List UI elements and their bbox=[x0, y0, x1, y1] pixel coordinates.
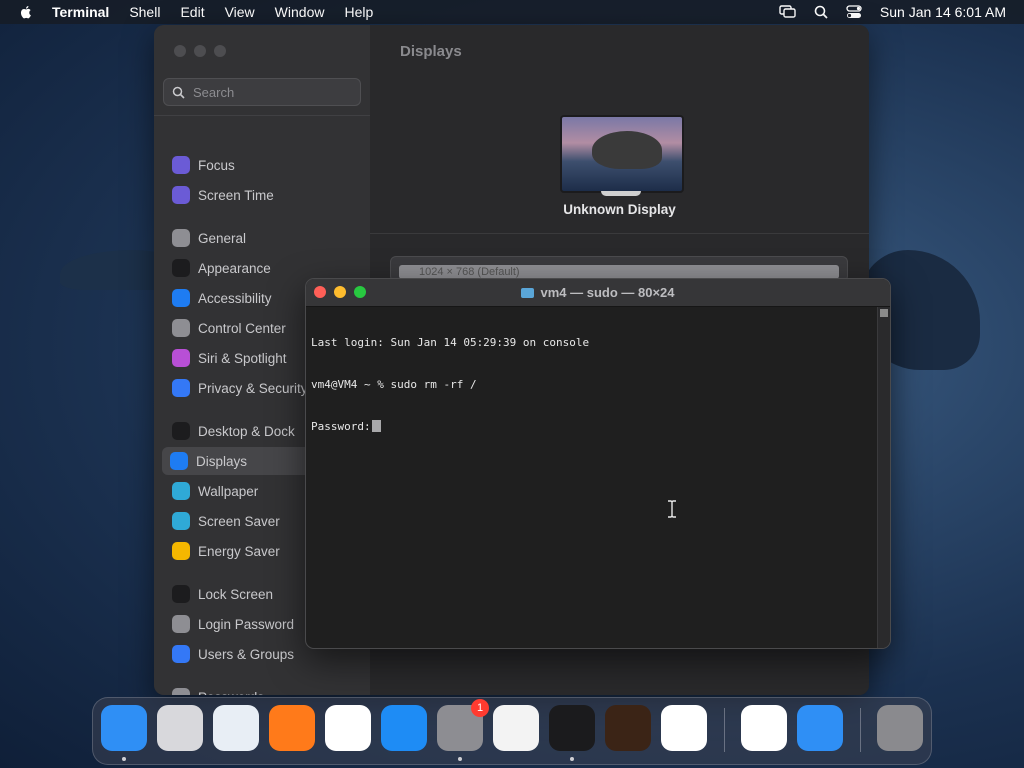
chrome-icon[interactable] bbox=[325, 705, 371, 751]
running-indicator bbox=[122, 757, 126, 761]
screen-mirroring-icon[interactable] bbox=[779, 5, 796, 19]
sidebar-item-label: Passwords bbox=[198, 690, 264, 696]
sidebar-item-label: Control Center bbox=[198, 320, 286, 336]
hand-icon bbox=[172, 379, 190, 397]
content-divider bbox=[370, 233, 869, 234]
dock-separator bbox=[860, 708, 861, 752]
text-cursor bbox=[371, 420, 381, 432]
firefox-icon[interactable] bbox=[269, 705, 315, 751]
running-indicator bbox=[458, 757, 462, 761]
finder-icon[interactable] bbox=[101, 705, 147, 751]
search-placeholder: Search bbox=[193, 84, 235, 100]
accessibility-icon bbox=[172, 289, 190, 307]
dock-separator bbox=[724, 708, 725, 752]
vscode-icon[interactable] bbox=[661, 705, 707, 751]
wallpaper-icon bbox=[172, 482, 190, 500]
scrollbar-marker[interactable] bbox=[880, 309, 888, 317]
terminal-scrollbar[interactable] bbox=[877, 307, 890, 648]
terminal-line: vm4@VM4 ~ % sudo rm -rf / bbox=[311, 378, 477, 391]
visual-studio-icon[interactable] bbox=[741, 705, 787, 751]
menu-app-name[interactable]: Terminal bbox=[52, 0, 109, 24]
sidebar-item-general[interactable]: General bbox=[164, 224, 364, 252]
sidebar-item-label: Login Password bbox=[198, 616, 295, 632]
sidebar-item-label: Lock Screen bbox=[198, 586, 274, 602]
appearance-icon bbox=[172, 259, 190, 277]
page-title: Displays bbox=[400, 43, 462, 60]
ibeam-cursor-icon bbox=[667, 500, 677, 523]
search-field[interactable]: Search bbox=[163, 78, 361, 106]
sidebar-item-displays[interactable]: Displays bbox=[162, 447, 312, 475]
notification-badge: 1 bbox=[471, 699, 489, 717]
sidebar-divider bbox=[154, 115, 370, 116]
menu-shell[interactable]: Shell bbox=[129, 0, 160, 24]
display-preview[interactable] bbox=[560, 115, 684, 193]
display-stand bbox=[601, 191, 641, 196]
users-icon bbox=[172, 645, 190, 663]
terminal-title: vm4 — sudo — 80×24 bbox=[540, 285, 675, 300]
sidebar-item-label: General bbox=[198, 230, 247, 246]
screensaver-icon bbox=[172, 512, 190, 530]
terminal-line: Password: bbox=[311, 420, 371, 433]
textedit-icon[interactable] bbox=[493, 705, 539, 751]
gear-icon bbox=[172, 229, 190, 247]
sidebar-item-focus[interactable]: Focus bbox=[164, 151, 364, 179]
sidebar-item-label: Focus bbox=[198, 157, 235, 173]
sidebar-item-label: Siri & Spotlight bbox=[198, 350, 287, 366]
display-name-label: Unknown Display bbox=[563, 202, 676, 217]
control-center-icon bbox=[172, 319, 190, 337]
safari-icon[interactable] bbox=[213, 705, 259, 751]
spotlight-search-icon[interactable] bbox=[814, 5, 828, 19]
moon-icon bbox=[172, 156, 190, 174]
menu-help[interactable]: Help bbox=[344, 0, 373, 24]
desktop-icon bbox=[172, 422, 190, 440]
system-settings-icon[interactable]: 1 bbox=[437, 699, 489, 751]
launchpad-icon[interactable] bbox=[157, 705, 203, 751]
control-center-icon[interactable] bbox=[846, 5, 862, 19]
zoom-button[interactable] bbox=[214, 45, 226, 57]
sidebar-item-label: Desktop & Dock bbox=[198, 423, 295, 439]
sidebar-item-label: Energy Saver bbox=[198, 543, 280, 559]
sidebar-item-screen-time[interactable]: Screen Time bbox=[164, 181, 364, 209]
menu-view[interactable]: View bbox=[225, 0, 255, 24]
weather-icon[interactable] bbox=[797, 705, 843, 751]
sidebar-item-label: Wallpaper bbox=[198, 483, 259, 499]
app-store-icon[interactable] bbox=[381, 705, 427, 751]
sidebar-item-label: Appearance bbox=[198, 260, 271, 276]
sidebar-item-label: Accessibility bbox=[198, 290, 272, 306]
menu-edit[interactable]: Edit bbox=[180, 0, 204, 24]
siri-icon bbox=[172, 349, 190, 367]
minimize-button[interactable] bbox=[194, 45, 206, 57]
sidebar-item-passwords[interactable]: Passwords bbox=[164, 683, 364, 695]
menu-bar: Terminal Shell Edit View Window Help Sun… bbox=[0, 0, 1024, 24]
displays-icon bbox=[170, 452, 188, 470]
energy-icon bbox=[172, 542, 190, 560]
close-button[interactable] bbox=[174, 45, 186, 57]
hourglass-icon bbox=[172, 186, 190, 204]
key-icon bbox=[172, 688, 190, 695]
menu-window[interactable]: Window bbox=[275, 0, 325, 24]
sidebar-item-label: Displays bbox=[196, 453, 248, 469]
search-icon bbox=[172, 86, 185, 99]
garageband-icon[interactable] bbox=[605, 705, 651, 751]
lock-icon bbox=[172, 585, 190, 603]
terminal-window[interactable]: vm4 — sudo — 80×24 Last login: Sun Jan 1… bbox=[305, 278, 891, 649]
sidebar-item-label: Users & Groups bbox=[198, 646, 295, 662]
terminal-output[interactable]: Last login: Sun Jan 14 05:29:39 on conso… bbox=[311, 308, 874, 648]
terminal-icon[interactable] bbox=[549, 705, 595, 751]
trash-icon[interactable] bbox=[877, 705, 923, 751]
running-indicator bbox=[570, 757, 574, 761]
login-password-icon bbox=[172, 615, 190, 633]
terminal-line: Last login: Sun Jan 14 05:29:39 on conso… bbox=[311, 336, 590, 349]
sidebar-item-label: Screen Saver bbox=[198, 513, 280, 529]
terminal-titlebar[interactable]: vm4 — sudo — 80×24 bbox=[306, 279, 890, 307]
resolution-option[interactable]: 1024 × 768 (Default) bbox=[399, 265, 839, 279]
apple-icon[interactable] bbox=[18, 4, 34, 20]
dock: 1 bbox=[92, 697, 932, 765]
menu-clock[interactable]: Sun Jan 14 6:01 AM bbox=[880, 4, 1006, 20]
sidebar-item-label: Privacy & Security bbox=[198, 380, 308, 396]
folder-icon bbox=[521, 288, 535, 298]
window-controls bbox=[174, 45, 226, 57]
sidebar-item-label: Screen Time bbox=[198, 187, 274, 203]
